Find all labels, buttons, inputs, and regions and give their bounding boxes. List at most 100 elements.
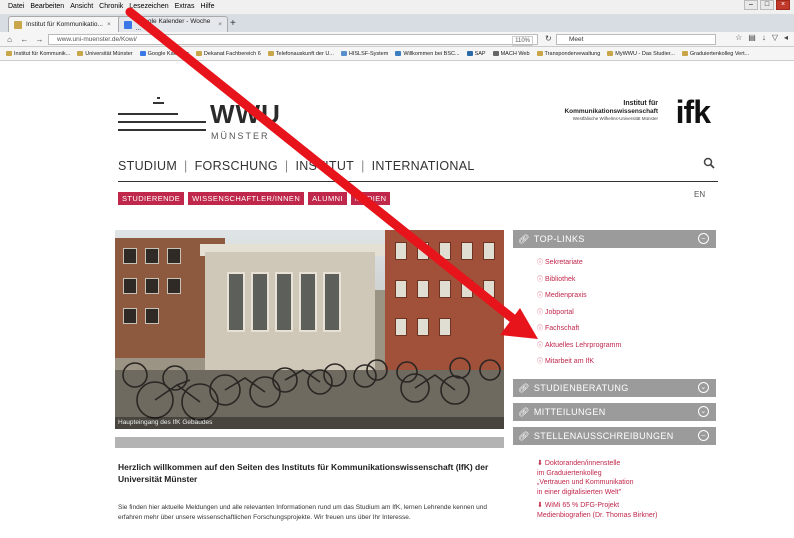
bookmark-item[interactable]: MACH Web bbox=[492, 51, 530, 57]
expand-icon[interactable]: ⌄ bbox=[698, 406, 709, 417]
search-input[interactable]: Meet bbox=[556, 34, 716, 45]
menu-extras[interactable]: Extras bbox=[175, 0, 195, 14]
hero-slider-bar[interactable] bbox=[115, 437, 504, 448]
folder-icon bbox=[267, 51, 274, 56]
search-icon[interactable] bbox=[703, 157, 715, 169]
audience-wissenschaftler[interactable]: WISSENSCHAFTLER/INNEN bbox=[188, 192, 305, 205]
send-icon[interactable]: ◂ bbox=[784, 33, 788, 42]
wwu-logo[interactable]: WWU MÜNSTER bbox=[118, 91, 280, 141]
reload-icon[interactable]: ↻ bbox=[545, 34, 552, 43]
ifk-logo[interactable]: Institut für Kommunikationswissenschaft … bbox=[564, 94, 711, 136]
bookmark-star-icon[interactable]: ☆ bbox=[735, 33, 742, 42]
bookmark-item[interactable]: Google Kalender bbox=[139, 51, 189, 57]
calendar-icon bbox=[124, 20, 132, 29]
window-controls: – □ × bbox=[744, 0, 790, 10]
toplink-jobportal[interactable]: ⓘ Jobportal bbox=[537, 305, 621, 322]
folder-icon bbox=[681, 51, 688, 56]
browser-window: Datei Bearbeiten Ansicht Chronik Lesezei… bbox=[0, 0, 794, 538]
toolbar-icons: ☆ ▤ ↓ ▽ ◂ bbox=[735, 33, 788, 42]
folder-icon bbox=[14, 20, 22, 29]
nav-separator: | bbox=[361, 159, 365, 173]
bookmark-item[interactable]: Graduiertenkolleg Vert... bbox=[681, 51, 749, 57]
bookmark-item[interactable]: Institut für Kommunik... bbox=[6, 51, 70, 57]
nav-international[interactable]: INTERNATIONAL bbox=[372, 159, 475, 173]
toplink-medienpraxis[interactable]: ⓘ Medienpraxis bbox=[537, 288, 621, 305]
zoom-level[interactable]: 110% bbox=[512, 36, 533, 46]
link-icon: 🔗︎ bbox=[518, 406, 530, 417]
back-icon[interactable]: ← bbox=[19, 34, 30, 45]
search-value: Meet bbox=[569, 36, 584, 43]
jobs-list: ⬇ Doktoranden/innenstelle im Graduierten… bbox=[537, 459, 657, 524]
bookmark-item[interactable]: Dekanat Fachbereich 6 bbox=[195, 51, 261, 57]
navigation-bar: ⌂ ← → www.uni-muenster.de/Kowi/ 110% ↻ M… bbox=[0, 32, 794, 47]
bookmark-item[interactable]: MyWWU - Das Studier... bbox=[607, 51, 675, 57]
audience-studierende[interactable]: STUDIERENDE bbox=[118, 192, 185, 205]
welcome-text: Sie finden hier aktuelle Meldungen und a… bbox=[118, 504, 487, 521]
job-item[interactable]: ⬇ Doktoranden/innenstelle im Graduierten… bbox=[537, 459, 657, 497]
toplinks-list: ⓘ Sekretariate ⓘ Bibliothek ⓘ Medienpraxis … bbox=[537, 255, 621, 371]
info-icon: ⓘ bbox=[537, 293, 544, 299]
toplink-bibliothek[interactable]: ⓘ Bibliothek bbox=[537, 272, 621, 289]
tab-label: Institut für Kommunikatio... bbox=[26, 21, 103, 28]
download-icon[interactable]: ↓ bbox=[762, 33, 766, 42]
menu-bearbeiten[interactable]: Bearbeiten bbox=[30, 0, 64, 14]
info-icon: ⓘ bbox=[537, 359, 544, 365]
toplink-sekretariate[interactable]: ⓘ Sekretariate bbox=[537, 255, 621, 272]
bookmark-item[interactable]: SAP bbox=[466, 51, 486, 57]
library-icon[interactable]: ▤ bbox=[748, 33, 756, 42]
stellenausschreibungen-header[interactable]: 🔗︎ STELLENAUSSCHREIBUNGEN – bbox=[513, 427, 716, 445]
toplinks-header[interactable]: 🔗︎ TOP-LINKS – bbox=[513, 230, 716, 248]
folder-icon bbox=[607, 51, 614, 56]
menu-lesezeichen[interactable]: Lesezeichen bbox=[129, 0, 168, 14]
minimize-button[interactable]: – bbox=[744, 0, 758, 10]
home-icon[interactable]: ⌂ bbox=[4, 34, 15, 45]
bookmark-item[interactable]: Transpondervewaltung bbox=[536, 51, 600, 57]
menu-bar: Datei Bearbeiten Ansicht Chronik Lesezei… bbox=[0, 0, 794, 14]
bookmark-item[interactable]: Willkommen bei BSC... bbox=[395, 51, 460, 57]
studienberatung-header[interactable]: 🔗︎ STUDIENBERATUNG ⌄ bbox=[513, 379, 716, 397]
close-tab-icon[interactable]: × bbox=[107, 21, 111, 28]
menu-ansicht[interactable]: Ansicht bbox=[70, 0, 93, 14]
menu-hilfe[interactable]: Hilfe bbox=[200, 0, 214, 14]
ifk-logo-line3: Westfälische Wilhelms-Universität Münste… bbox=[572, 116, 658, 121]
toplink-mitarbeit[interactable]: ⓘ Mitarbeit am IfK bbox=[537, 354, 621, 371]
muenster-logo-text: MÜNSTER bbox=[211, 131, 270, 141]
stellen-title: STELLENAUSSCHREIBUNGEN bbox=[533, 431, 674, 441]
tab-google-calendar[interactable]: Google Kalender - Woche ... × bbox=[118, 16, 228, 32]
mitteilungen-title: MITTEILUNGEN bbox=[533, 407, 606, 417]
link-icon: 🔗︎ bbox=[518, 233, 530, 244]
url-bar[interactable]: www.uni-muenster.de/Kowi/ 110% bbox=[48, 34, 538, 46]
nav-studium[interactable]: STUDIUM bbox=[118, 159, 177, 173]
nav-divider bbox=[118, 181, 718, 182]
bookmark-item[interactable]: Universität Münster bbox=[77, 51, 133, 57]
forward-icon[interactable]: → bbox=[34, 34, 45, 45]
bookmark-item[interactable]: HISLSF-System bbox=[340, 51, 388, 57]
main-navigation: STUDIUM | FORSCHUNG | INSTITUT | INTERNA… bbox=[118, 159, 475, 173]
collapse-icon[interactable]: – bbox=[698, 233, 709, 244]
audience-alumni[interactable]: ALUMNI bbox=[308, 192, 347, 205]
web-page: WWU MÜNSTER Institut für Kommunikationsw… bbox=[0, 61, 794, 538]
job-item[interactable]: ⬇ WiMi 65 % DFG-Projekt Medienbiografien… bbox=[537, 501, 657, 520]
sap-icon bbox=[466, 51, 473, 56]
pocket-icon[interactable]: ▽ bbox=[772, 33, 778, 42]
toplink-fachschaft[interactable]: ⓘ Fachschaft bbox=[537, 321, 621, 338]
nav-institut[interactable]: INSTITUT bbox=[295, 159, 354, 173]
menu-datei[interactable]: Datei bbox=[8, 0, 24, 14]
menu-chronik[interactable]: Chronik bbox=[99, 0, 123, 14]
language-switch[interactable]: EN bbox=[694, 190, 705, 199]
collapse-icon[interactable]: – bbox=[698, 430, 709, 441]
bookmarks-bar: Institut für Kommunik... Universität Mün… bbox=[0, 47, 794, 61]
nav-forschung[interactable]: FORSCHUNG bbox=[195, 159, 278, 173]
toplink-aktuelles-lehrprogramm[interactable]: ⓘ Aktuelles Lehrprogramm bbox=[537, 338, 621, 355]
expand-icon[interactable]: ⌄ bbox=[698, 382, 709, 393]
info-icon: ⓘ bbox=[537, 260, 544, 266]
mitteilungen-header[interactable]: 🔗︎ MITTEILUNGEN ⌄ bbox=[513, 403, 716, 421]
new-tab-button[interactable]: + bbox=[230, 18, 236, 29]
nav-separator: | bbox=[284, 159, 289, 173]
tab-ifk[interactable]: Institut für Kommunikatio... × bbox=[8, 16, 123, 32]
maximize-button[interactable]: □ bbox=[760, 0, 774, 10]
close-tab-icon[interactable]: × bbox=[218, 21, 222, 28]
audience-medien[interactable]: MEDIEN bbox=[350, 192, 391, 205]
close-window-button[interactable]: × bbox=[776, 0, 790, 10]
bookmark-item[interactable]: Telefonauskunft der U... bbox=[267, 51, 334, 57]
